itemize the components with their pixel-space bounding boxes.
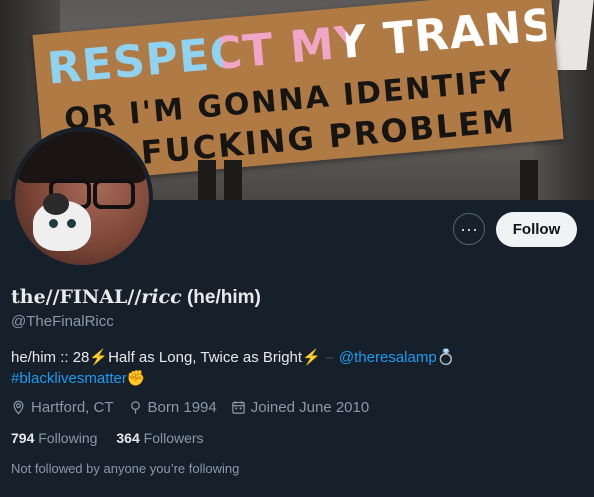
- avatar-image: [15, 131, 149, 265]
- banner-legs: [520, 160, 538, 200]
- calendar-icon: [232, 401, 245, 414]
- bio-line-2: #blacklivesmatter✊: [11, 369, 146, 387]
- hashtag-link[interactable]: #blacklivesmatter: [11, 370, 127, 387]
- fist-icon: ✊: [126, 370, 146, 387]
- not-followed-note: Not followed by anyone you’re following: [11, 461, 240, 476]
- more-options-button[interactable]: ···: [453, 213, 485, 245]
- following-link[interactable]: 794 Following: [11, 430, 97, 446]
- profile-avatar[interactable]: [11, 127, 153, 269]
- display-name: the//FINAL//ricc (he/him): [11, 286, 261, 308]
- follow-button[interactable]: Follow: [496, 212, 577, 247]
- lightning-icon: ⚡: [302, 349, 321, 366]
- follow-label: Follow: [512, 221, 561, 238]
- bio-mention-link[interactable]: @theresalamp: [339, 349, 437, 366]
- followers-link[interactable]: 364 Followers: [116, 430, 203, 446]
- follow-stats: 794 Following 364 Followers: [11, 430, 204, 446]
- location-item: Hartford, CT: [11, 399, 114, 416]
- bio-line-1: he/him :: 28⚡Half as Long, Twice as Brig…: [11, 349, 456, 366]
- location-icon: [13, 400, 24, 415]
- lightning-icon: ⚡: [89, 349, 109, 366]
- profile-meta: Hartford, CT Born 1994 Joined June 2010: [11, 399, 369, 416]
- born-icon: [130, 401, 140, 414]
- born-item: Born 1994: [128, 399, 217, 416]
- joined-item: Joined June 2010: [231, 399, 369, 416]
- banner-legs: [224, 160, 242, 200]
- banner-legs: [198, 160, 216, 200]
- username-handle: @TheFinalRicc: [11, 313, 114, 330]
- more-icon: ···: [460, 219, 478, 239]
- ring-icon: 💍: [436, 349, 456, 366]
